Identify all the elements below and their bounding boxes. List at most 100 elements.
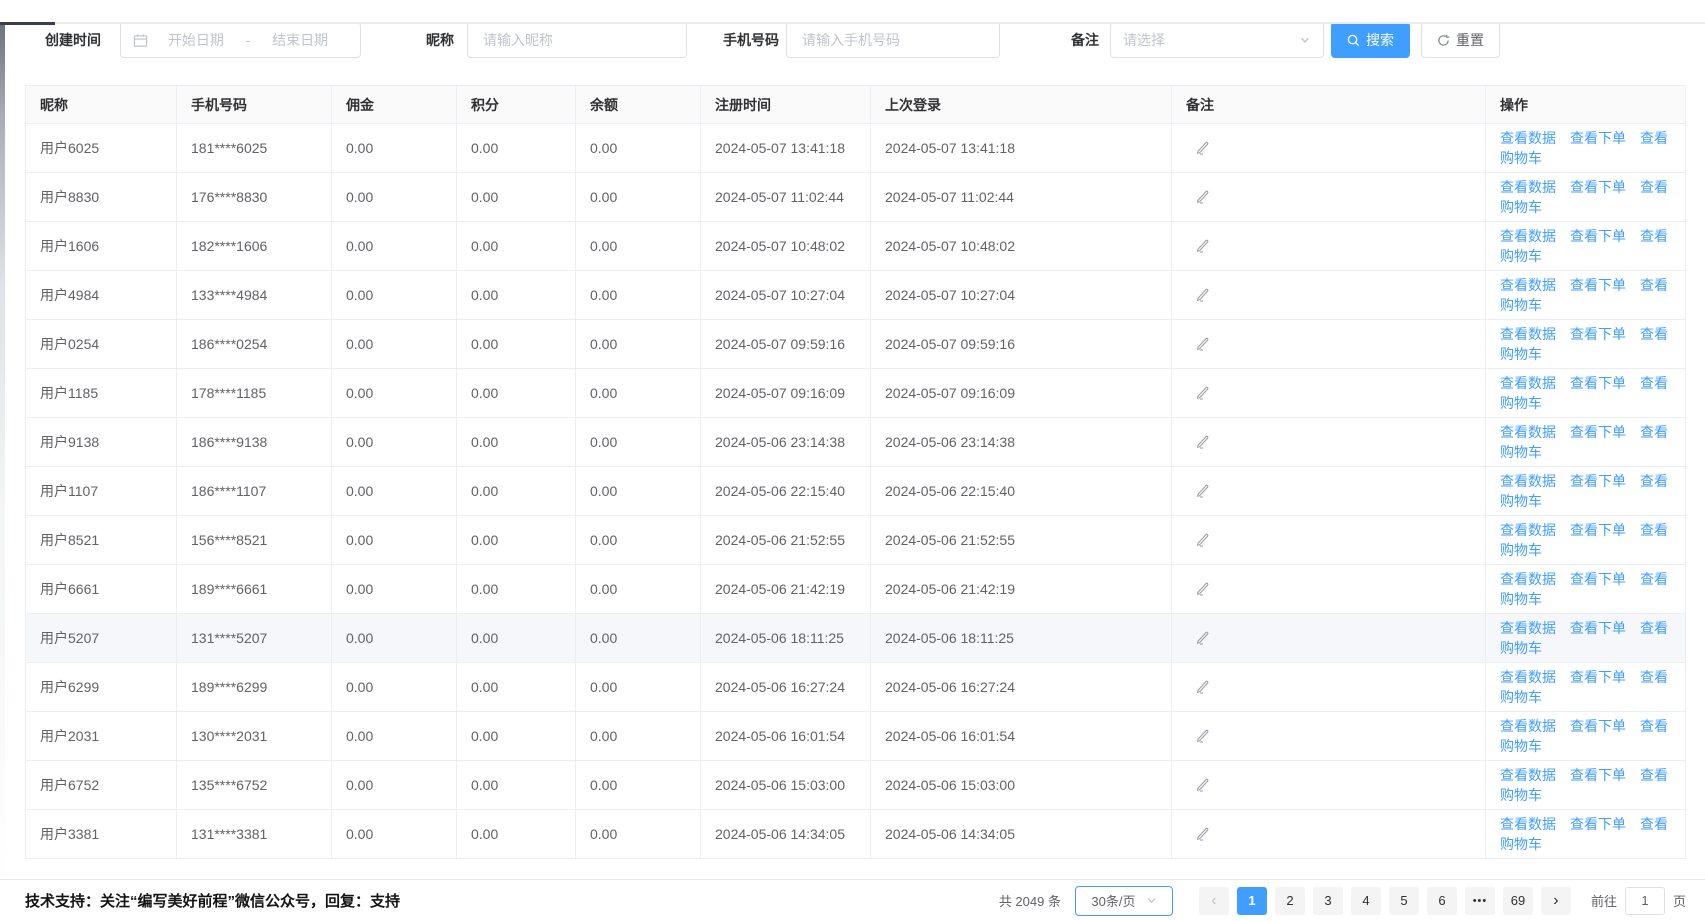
view-order-link[interactable]: 查看下单 (1570, 179, 1626, 195)
next-page-button[interactable]: › (1541, 887, 1571, 915)
view-order-link[interactable]: 查看下单 (1570, 130, 1626, 146)
page-size-select[interactable]: 30条/页 (1075, 886, 1173, 916)
phone-cell: 178****1185 (177, 369, 332, 418)
view-order-link[interactable]: 查看下单 (1570, 718, 1626, 734)
commission-cell: 0.00 (332, 369, 457, 418)
remark-cell (1172, 124, 1486, 173)
view-order-link[interactable]: 查看下单 (1570, 326, 1626, 342)
edit-remark-icon[interactable] (1194, 335, 1210, 351)
points-cell: 0.00 (457, 271, 576, 320)
remark-cell (1172, 369, 1486, 418)
actions-cell: 查看数据查看下单查看购物车 (1486, 124, 1686, 173)
edit-remark-icon[interactable] (1194, 188, 1210, 204)
edit-remark-icon[interactable] (1194, 482, 1210, 498)
view-data-link[interactable]: 查看数据 (1500, 179, 1556, 195)
phone-cell: 181****6025 (177, 124, 332, 173)
view-data-link[interactable]: 查看数据 (1500, 669, 1556, 685)
edit-remark-icon[interactable] (1194, 776, 1210, 792)
top-left-dark-edge (0, 22, 55, 25)
page-button-4[interactable]: 4 (1351, 887, 1381, 915)
table-row: 用户6752135****67520.000.000.002024-05-06 … (26, 761, 1686, 810)
phone-input[interactable] (786, 22, 1000, 58)
page-button-1[interactable]: 1 (1237, 887, 1267, 915)
edit-remark-icon[interactable] (1194, 286, 1210, 302)
table-row: 用户1107186****11070.000.000.002024-05-06 … (26, 467, 1686, 516)
last-login-cell: 2024-05-06 22:15:40 (871, 467, 1172, 516)
view-data-link[interactable]: 查看数据 (1500, 522, 1556, 538)
edit-remark-icon[interactable] (1194, 825, 1210, 841)
balance-cell: 0.00 (576, 173, 701, 222)
page-button-3[interactable]: 3 (1313, 887, 1343, 915)
table-row: 用户6025181****60250.000.000.002024-05-07 … (26, 124, 1686, 173)
phone-cell: 189****6661 (177, 565, 332, 614)
points-cell: 0.00 (457, 124, 576, 173)
edit-remark-icon[interactable] (1194, 237, 1210, 253)
view-order-link[interactable]: 查看下单 (1570, 375, 1626, 391)
view-order-link[interactable]: 查看下单 (1570, 816, 1626, 832)
view-order-link[interactable]: 查看下单 (1570, 473, 1626, 489)
search-button[interactable]: 搜索 (1331, 22, 1410, 58)
page-button-5[interactable]: 5 (1389, 887, 1419, 915)
view-order-link[interactable]: 查看下单 (1570, 767, 1626, 783)
edit-remark-icon[interactable] (1194, 678, 1210, 694)
search-icon (1347, 34, 1360, 47)
nickname-input[interactable] (467, 22, 687, 58)
edit-remark-icon[interactable] (1194, 531, 1210, 547)
remark-select[interactable]: 请选择 (1110, 22, 1324, 58)
goto-page-input[interactable] (1625, 887, 1665, 915)
register-time-cell: 2024-05-06 22:15:40 (701, 467, 871, 516)
page-button-69[interactable]: 69 (1503, 887, 1533, 915)
points-cell: 0.00 (457, 663, 576, 712)
view-data-link[interactable]: 查看数据 (1500, 473, 1556, 489)
edit-remark-icon[interactable] (1194, 629, 1210, 645)
remark-cell (1172, 271, 1486, 320)
view-data-link[interactable]: 查看数据 (1500, 130, 1556, 146)
phone-label: 手机号码 (723, 30, 779, 50)
left-edge-shadow (0, 25, 5, 921)
points-cell: 0.00 (457, 614, 576, 663)
register-time-cell: 2024-05-07 10:27:04 (701, 271, 871, 320)
view-order-link[interactable]: 查看下单 (1570, 277, 1626, 293)
view-data-link[interactable]: 查看数据 (1500, 816, 1556, 832)
column-header-5: 注册时间 (701, 86, 871, 124)
register-time-cell: 2024-05-07 13:41:18 (701, 124, 871, 173)
page-button-2[interactable]: 2 (1275, 887, 1305, 915)
edit-remark-icon[interactable] (1194, 580, 1210, 596)
nickname-cell: 用户1606 (26, 222, 177, 271)
actions-cell: 查看数据查看下单查看购物车 (1486, 369, 1686, 418)
view-data-link[interactable]: 查看数据 (1500, 326, 1556, 342)
view-data-link[interactable]: 查看数据 (1500, 767, 1556, 783)
view-order-link[interactable]: 查看下单 (1570, 424, 1626, 440)
view-data-link[interactable]: 查看数据 (1500, 277, 1556, 293)
actions-cell: 查看数据查看下单查看购物车 (1486, 565, 1686, 614)
reset-button[interactable]: 重置 (1421, 22, 1500, 58)
view-data-link[interactable]: 查看数据 (1500, 718, 1556, 734)
points-cell: 0.00 (457, 761, 576, 810)
view-order-link[interactable]: 查看下单 (1570, 620, 1626, 636)
page-size-value: 30条/页 (1091, 891, 1135, 910)
view-order-link[interactable]: 查看下单 (1570, 571, 1626, 587)
nickname-cell: 用户9138 (26, 418, 177, 467)
date-range-picker[interactable]: 开始日期 - 结束日期 (120, 22, 361, 58)
view-data-link[interactable]: 查看数据 (1500, 424, 1556, 440)
view-data-link[interactable]: 查看数据 (1500, 620, 1556, 636)
edit-remark-icon[interactable] (1194, 139, 1210, 155)
more-pages-button[interactable]: ••• (1465, 887, 1495, 915)
view-order-link[interactable]: 查看下单 (1570, 669, 1626, 685)
view-order-link[interactable]: 查看下单 (1570, 522, 1626, 538)
page-button-6[interactable]: 6 (1427, 887, 1457, 915)
table-row: 用户1185178****11850.000.000.002024-05-07 … (26, 369, 1686, 418)
edit-remark-icon[interactable] (1194, 433, 1210, 449)
remark-cell (1172, 565, 1486, 614)
view-data-link[interactable]: 查看数据 (1500, 375, 1556, 391)
prev-page-button[interactable]: ‹ (1199, 887, 1229, 915)
edit-remark-icon[interactable] (1194, 384, 1210, 400)
table-row: 用户9138186****91380.000.000.002024-05-06 … (26, 418, 1686, 467)
edit-remark-icon[interactable] (1194, 727, 1210, 743)
view-order-link[interactable]: 查看下单 (1570, 228, 1626, 244)
view-data-link[interactable]: 查看数据 (1500, 571, 1556, 587)
end-date-placeholder: 结束日期 (252, 30, 348, 50)
view-data-link[interactable]: 查看数据 (1500, 228, 1556, 244)
register-time-cell: 2024-05-07 11:02:44 (701, 173, 871, 222)
actions-cell: 查看数据查看下单查看购物车 (1486, 712, 1686, 761)
